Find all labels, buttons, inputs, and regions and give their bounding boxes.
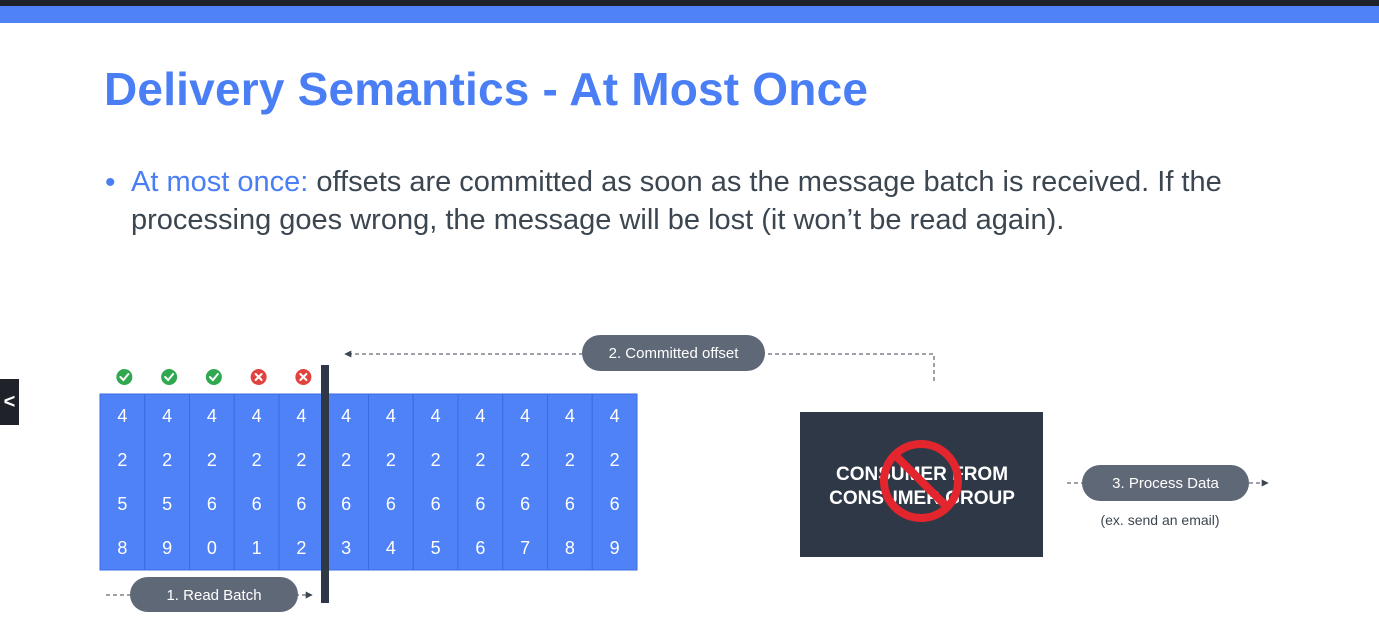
offset-digit: 4 [386, 406, 396, 426]
offset-digit: 1 [252, 538, 262, 558]
offset-column: 4 2 6 9 [591, 393, 638, 571]
offset-digit: 4 [610, 406, 620, 426]
offset-digit: 2 [565, 450, 575, 470]
check-icon [116, 369, 133, 385]
offset-digit: 2 [341, 450, 351, 470]
offset-digit: 4 [386, 538, 396, 558]
offset-digit: 3 [341, 538, 351, 558]
offset-digit: 4 [252, 406, 262, 426]
offset-digit: 6 [296, 494, 306, 514]
offset-digit: 2 [475, 450, 485, 470]
offset-digit: 4 [117, 406, 127, 426]
offset-digit: 5 [431, 538, 441, 558]
offset-digit: 8 [117, 538, 127, 558]
offset-digit: 4 [475, 406, 485, 426]
offset-digit: 9 [610, 538, 620, 558]
offset-digit: 4 [296, 406, 306, 426]
read-batch-label: 1. Read Batch [166, 587, 261, 604]
committed-offset-pill: 2. Committed offset [582, 335, 765, 371]
read-batch-pill: 1. Read Batch [130, 577, 298, 612]
offset-digit: 2 [252, 450, 262, 470]
offset-digit: 8 [565, 538, 575, 558]
offset-digit: 5 [162, 494, 172, 514]
offset-digit: 6 [610, 494, 620, 514]
offset-column: 4 2 6 4 [368, 393, 414, 571]
process-data-pill: 3. Process Data [1082, 465, 1249, 501]
status-icons [116, 369, 312, 385]
offset-digit: 4 [520, 406, 530, 426]
offset-digit: 4 [207, 406, 217, 426]
offset-digit: 2 [431, 450, 441, 470]
offset-diagram: 4 2 5 8 4 2 5 9 4 2 6 0 4 2 6 1 4 2 6 2 4 2 6 3 4 2 6 4 4 2 6 5 4 2 6 6 4 2 6 7… [99, 335, 1269, 612]
commit-marker [321, 365, 329, 603]
offset-digit: 2 [162, 450, 172, 470]
offset-digit: 4 [565, 406, 575, 426]
offset-digit: 4 [162, 406, 172, 426]
offset-digit: 2 [117, 450, 127, 470]
offset-digit: 2 [207, 450, 217, 470]
offset-digit: 2 [386, 450, 396, 470]
offset-digit: 2 [296, 538, 306, 558]
offset-column: 4 2 6 2 [278, 393, 325, 571]
offset-digit: 2 [296, 450, 306, 470]
committed-offset-label: 2. Committed offset [609, 345, 740, 362]
offset-column: 4 2 6 5 [412, 393, 459, 571]
cross-icon [295, 369, 312, 385]
offset-digit: 6 [520, 494, 530, 514]
offset-digit: 4 [341, 406, 351, 426]
offset-column: 4 2 6 0 [189, 393, 235, 571]
offset-digit: 2 [520, 450, 530, 470]
check-icon [205, 369, 222, 385]
offset-grid: 4 2 5 8 4 2 5 9 4 2 6 0 4 2 6 1 4 2 6 2 4 2 6 3 4 2 6 4 4 2 6 5 4 2 6 6 4 2 6 7… [99, 393, 638, 571]
offset-digit: 6 [386, 494, 396, 514]
offset-digit: 4 [431, 406, 441, 426]
offset-column: 4 2 6 7 [502, 393, 548, 571]
offset-digit: 6 [431, 494, 441, 514]
offset-digit: 5 [117, 494, 127, 514]
consumer-label-line2: CONSUMER GROUP [829, 488, 1015, 509]
offset-digit: 7 [520, 538, 530, 558]
offset-column: 4 2 5 9 [144, 393, 190, 571]
offset-digit: 6 [252, 494, 262, 514]
offset-digit: 6 [207, 494, 217, 514]
offset-column: 4 2 6 3 [323, 393, 369, 571]
offset-digit: 6 [475, 538, 485, 558]
process-data-note: (ex. send an email) [1100, 512, 1219, 528]
offset-digit: 0 [207, 538, 217, 558]
offset-column: 4 2 6 6 [457, 393, 504, 571]
offset-column: 4 2 6 1 [233, 393, 280, 571]
offset-digit: 9 [162, 538, 172, 558]
offset-digit: 2 [610, 450, 620, 470]
offset-digit: 6 [565, 494, 575, 514]
consumer-box: CONSUMER FROM CONSUMER GROUP [800, 412, 1043, 557]
cross-icon [250, 369, 267, 385]
offset-column: 4 2 5 8 [99, 393, 146, 571]
offset-digit: 6 [475, 494, 485, 514]
process-data-label: 3. Process Data [1112, 475, 1219, 492]
check-icon [161, 369, 178, 385]
offset-column: 4 2 6 8 [547, 393, 593, 571]
offset-digit: 6 [341, 494, 351, 514]
